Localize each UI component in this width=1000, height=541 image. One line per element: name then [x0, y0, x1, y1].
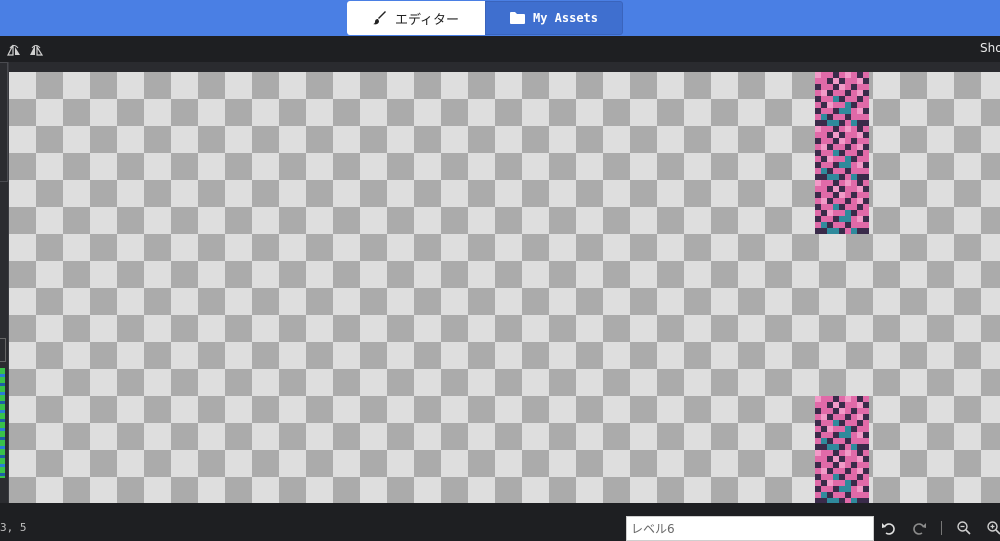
top-bar: エディター My Assets	[0, 0, 1000, 36]
show-label[interactable]: Sho	[980, 41, 1000, 55]
tab-editor[interactable]: エディター	[347, 1, 485, 35]
app-root: エディター My Assets Sho 3, 5 レベル6	[0, 0, 1000, 541]
coral-sprite-column-bottom	[815, 396, 869, 503]
left-panel-frame	[0, 62, 8, 182]
left-panel-slot[interactable]	[0, 338, 6, 362]
level-name-input[interactable]	[626, 516, 874, 541]
mode-tabs: エディター My Assets	[347, 0, 623, 36]
tab-my-assets[interactable]: My Assets	[485, 1, 623, 35]
brush-icon	[372, 11, 387, 25]
folder-icon	[509, 12, 525, 24]
coral-sprite-column-top	[815, 72, 869, 234]
tab-my-assets-label: My Assets	[532, 11, 599, 25]
zoom-in-icon[interactable]	[986, 520, 1000, 536]
editor-canvas[interactable]	[9, 72, 1000, 503]
zoom-out-icon[interactable]	[956, 520, 972, 536]
status-bar: 3, 5	[0, 503, 1000, 541]
left-panel	[0, 62, 9, 503]
flip-horizontal-icon[interactable]	[7, 42, 21, 56]
toolbar: Sho	[0, 36, 1000, 62]
tab-editor-label: エディター	[394, 12, 460, 28]
cursor-coordinates: 3, 5	[0, 521, 27, 534]
flip-vertical-icon[interactable]	[29, 42, 44, 56]
tile-palette-strip[interactable]	[0, 368, 5, 478]
redo-icon[interactable]	[911, 520, 927, 536]
canvas-top-strip	[0, 62, 1000, 72]
undo-icon[interactable]	[881, 520, 897, 536]
status-separator	[941, 521, 942, 535]
